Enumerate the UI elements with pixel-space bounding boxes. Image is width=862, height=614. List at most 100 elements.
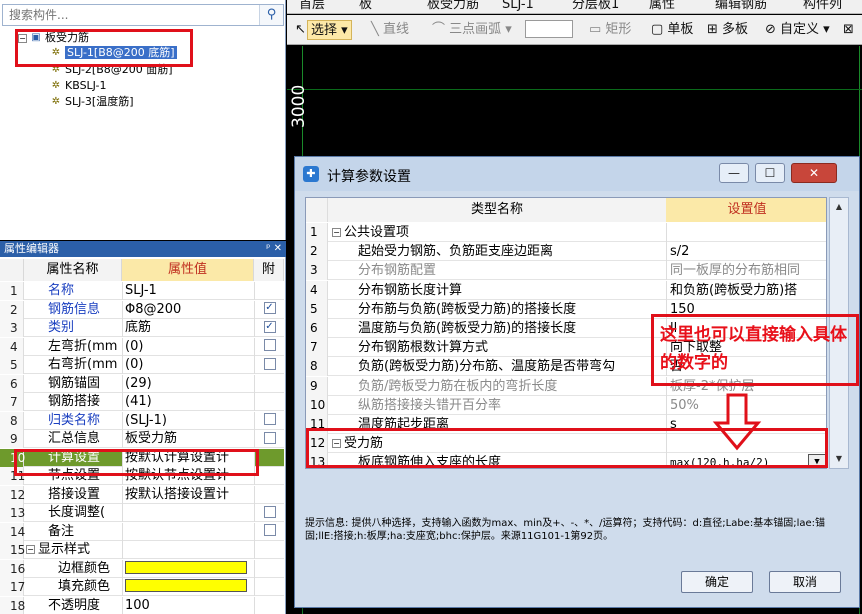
property-value-cell[interactable]: SLJ-1 (122, 282, 254, 300)
maximize-button[interactable]: ☐ (755, 163, 785, 183)
row-checkbox[interactable] (263, 431, 276, 444)
setting-value[interactable]: 同一板厚的分布筋相同 (670, 263, 800, 278)
single-slab-button[interactable]: ▢ 单板 (651, 20, 693, 40)
scroll-up-icon[interactable]: ▲ (832, 200, 846, 214)
property-value-cell[interactable] (122, 504, 254, 522)
property-value[interactable]: 板受力筋 (125, 431, 177, 446)
toolbar-item[interactable]: 分层板1 (572, 0, 619, 13)
settings-row[interactable]: 2 起始受力钢筋、负筋距支座边距离 s/2 (306, 242, 826, 262)
property-value-cell[interactable]: (0) (122, 337, 254, 356)
property-row[interactable]: 12 搭接设置 按默认搭接设置计 (0, 485, 284, 504)
rect-tool-button[interactable]: ▭ 矩形 (589, 20, 631, 40)
setting-value-cell[interactable]: s/2 (666, 242, 826, 262)
property-row[interactable]: 15− 显示样式 (0, 541, 284, 559)
property-value-cell[interactable]: Φ8@200 (122, 300, 254, 319)
property-row[interactable]: 18 不透明度 100 (0, 596, 284, 614)
row-checkbox[interactable] (263, 357, 276, 370)
row-checkbox[interactable] (263, 339, 276, 351)
settings-row[interactable]: 1− 公共设置项 (306, 223, 826, 242)
shape-combo[interactable] (525, 20, 573, 40)
property-row[interactable]: 13 长度调整( (0, 504, 284, 522)
property-row[interactable]: 14 备注 (0, 522, 284, 541)
collapse-icon[interactable]: − (26, 545, 35, 554)
minimize-button[interactable]: — (719, 163, 749, 183)
collapse-icon[interactable]: − (332, 228, 341, 237)
property-value[interactable]: (0) (125, 357, 143, 372)
row-checkbox[interactable] (263, 505, 276, 518)
property-value-cell[interactable] (122, 541, 254, 559)
property-value-cell[interactable]: 按默认搭接设置计 (122, 485, 254, 504)
property-value-cell[interactable]: 100 (122, 596, 254, 614)
setting-value[interactable]: 和负筋(跨板受力筋)搭 (670, 283, 797, 298)
toolbar-item[interactable]: 属性 (649, 0, 675, 13)
panel-pin-close-icon[interactable]: ᵖ ✕ (266, 241, 282, 257)
property-value-cell[interactable]: 板受力筋 (122, 430, 254, 448)
toolbar-item[interactable]: 板受力筋 (427, 0, 479, 13)
search-input[interactable] (3, 5, 259, 25)
property-value[interactable]: (0) (125, 339, 143, 354)
property-row[interactable]: 4 左弯折(mm (0) (0, 337, 284, 356)
arc-tool-button[interactable]: ⌒ 三点画弧 ▾ (432, 20, 512, 40)
settings-row[interactable]: 4 分布钢筋长度计算 和负筋(跨板受力筋)搭 (306, 280, 826, 300)
property-value-cell[interactable] (122, 522, 254, 541)
select-button[interactable]: 选择 ▾ (307, 20, 352, 40)
property-value-cell[interactable]: 底筋 (122, 319, 254, 337)
property-row[interactable]: 16 边框颜色 (0, 559, 284, 578)
custom-button[interactable]: ⊘ 自定义 ▾ (765, 20, 830, 40)
property-value[interactable]: 按默认搭接设置计 (125, 487, 229, 502)
toolbar-item[interactable]: 构件列 (803, 0, 842, 13)
property-extra-cell (254, 411, 284, 430)
setting-value[interactable]: s/2 (670, 244, 689, 259)
toolbar-item[interactable]: 板 (359, 0, 372, 13)
property-row[interactable]: 9 汇总信息 板受力筋 (0, 430, 284, 448)
close-button[interactable]: ✕ (791, 163, 837, 183)
property-value[interactable]: 底筋 (125, 320, 151, 335)
property-value[interactable]: SLJ-1 (125, 283, 157, 298)
property-row[interactable]: 1 名称 SLJ-1 (0, 282, 284, 300)
property-value-cell[interactable]: (29) (122, 374, 254, 393)
color-swatch[interactable] (125, 560, 247, 574)
row-checkbox[interactable] (263, 524, 276, 536)
extra-tool-icon[interactable]: ⊠ (843, 20, 854, 40)
property-row[interactable]: 8 归类名称 (SLJ-1) (0, 411, 284, 430)
ok-button[interactable]: 确定 (681, 571, 753, 593)
search-icon[interactable]: ⚲ (259, 5, 283, 25)
property-value[interactable]: Φ8@200 (125, 302, 181, 317)
toolbar-item[interactable]: 首层 (299, 0, 325, 13)
property-value[interactable]: 100 (125, 598, 150, 613)
row-checkbox[interactable]: ✓ (263, 302, 276, 314)
property-row[interactable]: 5 右弯折(mm (0) (0, 356, 284, 374)
property-row[interactable]: 3 类别 底筋 ✓ (0, 319, 284, 337)
multi-slab-button[interactable]: ⊞ 多板 (707, 20, 748, 40)
tree-item-kbslj1[interactable]: ✲ KBSLJ-1 (50, 78, 107, 94)
line-tool-button[interactable]: ╲ 直线 (371, 20, 409, 40)
property-value-cell[interactable]: (SLJ-1) (122, 411, 254, 430)
toolbar-item[interactable]: SLJ-1 (502, 0, 534, 13)
property-row[interactable]: 2 钢筋信息 Φ8@200 ✓ (0, 300, 284, 319)
property-row[interactable]: 6 钢筋锚固 (29) (0, 374, 284, 393)
setting-value-cell[interactable]: 同一板厚的分布筋相同 (666, 261, 826, 281)
dialog-titlebar[interactable]: ✚ 计算参数设置 — ☐ ✕ (295, 157, 859, 191)
setting-value-cell[interactable]: 和负筋(跨板受力筋)搭 (666, 280, 826, 300)
scroll-down-icon[interactable]: ▼ (832, 452, 846, 466)
property-row[interactable]: 7 钢筋搭接 (41) (0, 393, 284, 411)
toolbar-item[interactable]: 编辑钢筋 (715, 0, 767, 13)
setting-value-cell[interactable] (666, 223, 826, 242)
settings-row[interactable]: 3 分布钢筋配置 同一板厚的分布筋相同 (306, 261, 826, 281)
setting-value[interactable]: 50% (670, 398, 699, 413)
property-row[interactable]: 17 填充颜色 (0, 578, 284, 596)
row-checkbox[interactable]: ✓ (263, 320, 276, 333)
property-value[interactable]: (29) (125, 376, 152, 391)
cancel-button[interactable]: 取消 (769, 571, 841, 593)
property-value[interactable]: (41) (125, 394, 152, 409)
tree-item-slj3[interactable]: ✲ SLJ-3[温度筋] (50, 94, 134, 110)
row-checkbox[interactable] (263, 413, 276, 425)
property-value[interactable]: (SLJ-1) (125, 413, 167, 428)
property-value-cell[interactable]: (41) (122, 393, 254, 411)
property-value-cell[interactable] (122, 559, 254, 578)
property-value-cell[interactable] (122, 578, 254, 596)
color-swatch[interactable] (125, 579, 247, 592)
property-value-cell[interactable]: (0) (122, 356, 254, 374)
property-extra-cell (254, 337, 284, 356)
line-label: 直线 (382, 22, 409, 37)
